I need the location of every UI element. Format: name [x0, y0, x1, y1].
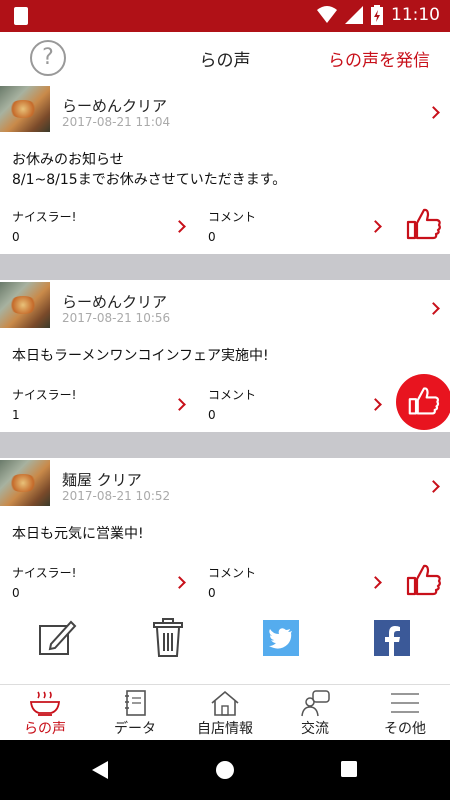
nice-count: 0	[12, 230, 20, 244]
house-icon	[211, 690, 239, 716]
twitter-bird-icon	[269, 628, 292, 649]
post-body-line: 本日もラーメンワンコインフェア実施中!	[12, 348, 269, 364]
post-body: お休みのお知らせ 8/1~8/15までお休みさせていただきます。	[12, 150, 286, 190]
facebook-icon[interactable]	[374, 620, 410, 656]
status-bar: 11:10	[0, 0, 450, 32]
tab-label: その他	[384, 721, 426, 737]
facebook-f-icon	[385, 626, 400, 656]
post-body-line: 8/1~8/15までお休みさせていただきます。	[12, 172, 287, 188]
edit-icon[interactable]	[37, 618, 77, 658]
menu-icon	[391, 693, 419, 713]
nice-count: 0	[12, 586, 20, 600]
thumbs-up-icon	[408, 387, 440, 415]
post-body: 本日も元気に営業中!	[12, 524, 144, 544]
post-time: 2017-08-21 11:04	[62, 115, 171, 129]
trash-icon[interactable]	[148, 618, 188, 658]
post-card: 麺屋 クリア 2017-08-21 10:52 本日も元気に営業中! ナイスラー…	[0, 458, 450, 684]
status-time: 11:10	[391, 5, 440, 25]
signal-icon	[345, 6, 363, 24]
bottom-tab-bar: らの声 データ 自店情報 交流 その他	[0, 684, 450, 740]
tab-label: データ	[114, 721, 156, 737]
post-feed[interactable]: らーめんクリア 2017-08-21 11:04 お休みのお知らせ 8/1~8/…	[0, 84, 450, 684]
comment-count: 0	[208, 408, 216, 422]
chat-user-icon	[301, 690, 330, 717]
nice-count: 1	[12, 408, 20, 422]
battery-icon	[371, 5, 383, 25]
comment-chevron-icon[interactable]	[369, 398, 382, 411]
back-icon[interactable]	[90, 760, 110, 780]
shop-thumbnail[interactable]	[0, 86, 50, 132]
shop-thumbnail[interactable]	[0, 460, 50, 506]
comment-chevron-icon[interactable]	[369, 576, 382, 589]
nice-label: ナイスラー!	[12, 210, 77, 224]
twitter-icon[interactable]	[263, 620, 299, 656]
notebook-icon	[125, 690, 146, 716]
comment-label: コメント	[208, 566, 257, 580]
nice-label: ナイスラー!	[12, 388, 77, 402]
wifi-icon	[317, 6, 337, 23]
post-time: 2017-08-21 10:52	[62, 489, 171, 503]
sim-card-icon	[14, 7, 28, 25]
ramen-bowl-icon	[29, 691, 61, 716]
post-body: 本日もラーメンワンコインフェア実施中!	[12, 346, 269, 366]
comment-chevron-icon[interactable]	[369, 220, 382, 233]
tab-label: 交流	[301, 721, 329, 737]
tab-other[interactable]: その他	[360, 685, 450, 740]
tab-label: らの声	[24, 721, 66, 737]
post-actions-toolbar	[0, 608, 450, 666]
post-voice-button[interactable]: らの声を発信	[328, 46, 430, 71]
chevron-right-icon[interactable]	[427, 302, 440, 315]
tab-exchange[interactable]: 交流	[270, 685, 360, 740]
shop-name[interactable]: 麺屋 クリア	[62, 469, 142, 490]
app-header: ? らの声 らの声を発信	[0, 32, 450, 84]
shop-name[interactable]: らーめんクリア	[62, 95, 167, 116]
post-card: らーめんクリア 2017-08-21 11:04 お休みのお知らせ 8/1~8/…	[0, 84, 450, 254]
comment-label: コメント	[208, 210, 257, 224]
chevron-right-icon[interactable]	[427, 480, 440, 493]
tab-label: 自店情報	[197, 721, 253, 737]
shop-name[interactable]: らーめんクリア	[62, 291, 167, 312]
tab-data[interactable]: データ	[90, 685, 180, 740]
recents-icon[interactable]	[340, 760, 358, 778]
post-time: 2017-08-21 10:56	[62, 311, 171, 325]
chevron-right-icon[interactable]	[427, 106, 440, 119]
tab-ranokoe[interactable]: らの声	[0, 685, 90, 740]
post-body-line: お休みのお知らせ	[12, 152, 124, 168]
nice-chevron-icon[interactable]	[173, 398, 186, 411]
nice-chevron-icon[interactable]	[173, 576, 186, 589]
tab-shop-info[interactable]: 自店情報	[180, 685, 270, 740]
thumbs-up-icon[interactable]	[406, 562, 442, 598]
system-nav-bar	[0, 740, 450, 800]
thumbs-up-icon[interactable]	[406, 206, 442, 242]
home-icon[interactable]	[215, 760, 235, 780]
comment-count: 0	[208, 230, 216, 244]
shop-thumbnail[interactable]	[0, 282, 50, 328]
like-button[interactable]	[396, 374, 450, 430]
post-card: らーめんクリア 2017-08-21 10:56 本日もラーメンワンコインフェア…	[0, 280, 450, 432]
post-body-line: 本日も元気に営業中!	[12, 526, 144, 542]
nice-chevron-icon[interactable]	[173, 220, 186, 233]
comment-count: 0	[208, 586, 216, 600]
comment-label: コメント	[208, 388, 257, 402]
nice-label: ナイスラー!	[12, 566, 77, 580]
